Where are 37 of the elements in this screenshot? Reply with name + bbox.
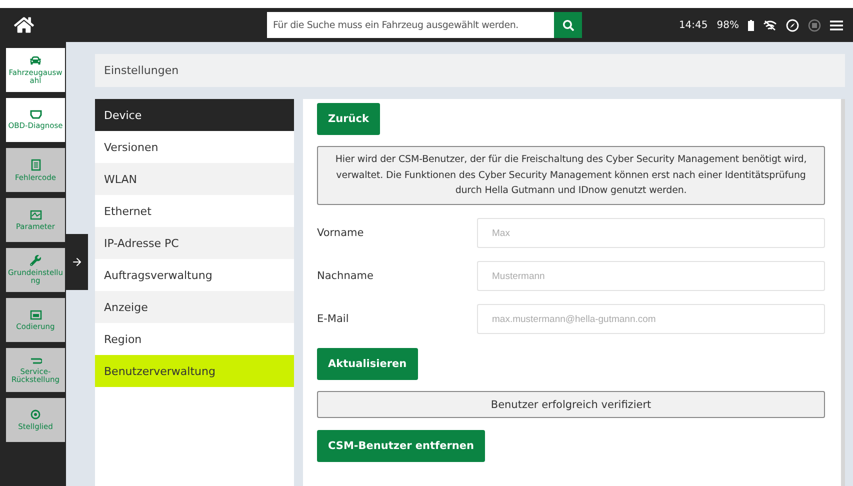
info-text: Hier wird der CSM-Benutzer, der für die Freischaltung des Cyber Security Management benötigt wird, verwaltet. Die Funktionen des Cyber Security Management können erst nach einer Identitätsprüfung durch Hella Gutmann und IDnow genutzt werden. bbox=[317, 146, 825, 206]
menu-icon[interactable] bbox=[830, 20, 843, 30]
dial-icon bbox=[30, 409, 41, 420]
menu-item[interactable]: IP-Adresse PC bbox=[95, 227, 294, 259]
return-icon bbox=[30, 356, 42, 365]
status-message: Benutzer erfolgreich verifiziert bbox=[317, 391, 825, 418]
menu-item[interactable]: Anzeige bbox=[95, 291, 294, 323]
list-icon bbox=[30, 158, 40, 171]
circle-icon[interactable] bbox=[808, 18, 821, 32]
car-icon bbox=[30, 55, 41, 66]
wifi-off-icon[interactable] bbox=[763, 20, 777, 30]
home-icon[interactable] bbox=[14, 15, 34, 35]
display-icon bbox=[30, 310, 42, 320]
search-button[interactable] bbox=[554, 12, 582, 38]
input-field[interactable]: Max bbox=[477, 218, 825, 248]
back-button[interactable]: Zurück bbox=[317, 103, 380, 135]
field-label: Vorname bbox=[317, 227, 365, 240]
remove-button[interactable]: CSM-Benutzer entfernen bbox=[317, 430, 485, 462]
update-button[interactable]: Aktualisieren bbox=[317, 348, 418, 380]
breadcrumb: Einstellungen bbox=[95, 54, 845, 87]
field-label: Nachname bbox=[317, 270, 374, 282]
menu-item[interactable]: WLAN bbox=[95, 163, 294, 195]
clock: 14:45 bbox=[678, 20, 708, 30]
search-icon bbox=[562, 20, 574, 30]
connector-icon bbox=[30, 110, 42, 120]
menu-item[interactable]: Benutzerverwaltung bbox=[95, 355, 294, 387]
input-field[interactable]: max.mustermann@hella-gutmann.com bbox=[477, 304, 825, 334]
field-label: E-Mail bbox=[317, 313, 350, 326]
menu-header: Device bbox=[95, 99, 294, 131]
arrow-icon bbox=[71, 256, 83, 268]
wrench-icon bbox=[30, 255, 41, 266]
compass-icon[interactable] bbox=[786, 18, 799, 32]
battery-icon bbox=[748, 20, 754, 30]
search-field[interactable]: Für die Suche muss ein Fahrzeug ausgewählt werden. bbox=[267, 12, 554, 38]
chart-icon bbox=[30, 210, 42, 220]
input-field[interactable]: Mustermann bbox=[477, 261, 825, 292]
battery-level: 98% bbox=[716, 20, 739, 30]
